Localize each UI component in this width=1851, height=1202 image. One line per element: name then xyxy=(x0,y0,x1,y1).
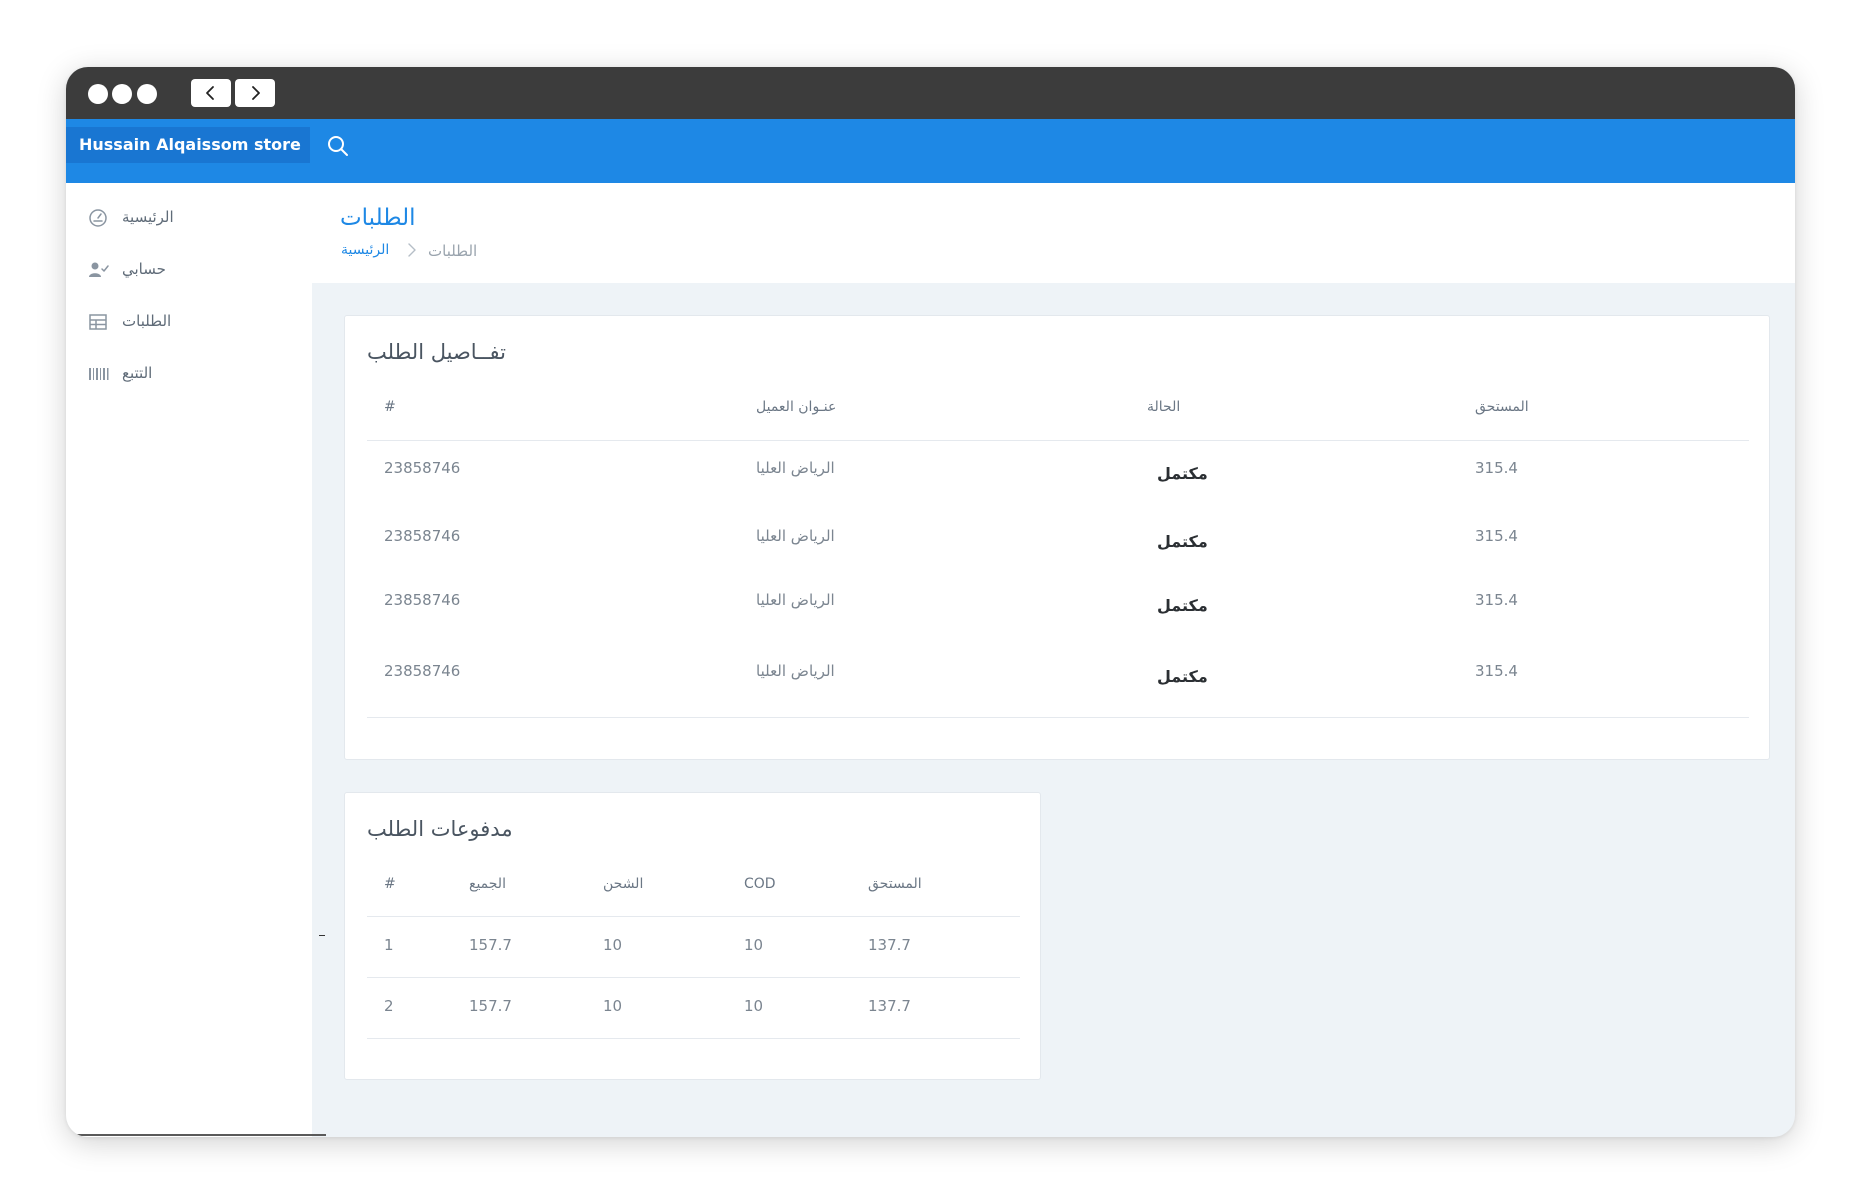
amount-due: 315.4 xyxy=(1475,662,1518,680)
payment-due: 137.7 xyxy=(868,936,911,954)
order-details-title: تفــاصيل الطلب xyxy=(367,340,506,364)
order-number: 23858746 xyxy=(384,591,461,609)
chevron-right-icon xyxy=(252,86,260,100)
table-bottom-divider xyxy=(367,1038,1020,1039)
browser-window: Hussain Alqaissom store الرئيسية حسابي ا… xyxy=(66,67,1795,1137)
customer-address: الرياض العليا xyxy=(756,662,835,680)
search-icon[interactable] xyxy=(326,134,350,158)
customer-address: الرياض العليا xyxy=(756,591,835,609)
top-appbar: Hussain Alqaissom store xyxy=(66,119,1795,183)
forward-button[interactable] xyxy=(235,79,275,107)
payment-number: 1 xyxy=(384,936,394,954)
order-payments-card: مدفوعات الطلب # الجميع الشحن COD المستحق… xyxy=(344,792,1041,1080)
sidebar-item-tracking[interactable]: التتبع xyxy=(88,358,298,388)
dashboard-icon xyxy=(89,209,107,227)
payment-total: 157.7 xyxy=(469,997,512,1015)
order-payments-title: مدفوعات الطلب xyxy=(367,817,513,841)
payment-shipping: 10 xyxy=(603,936,623,954)
amount-due: 315.4 xyxy=(1475,459,1518,477)
payment-shipping: 10 xyxy=(603,997,623,1015)
sidebar-item-label: حسابي xyxy=(122,260,166,278)
payment-cod: 10 xyxy=(744,936,764,954)
payment-cod: 10 xyxy=(744,997,764,1015)
column-header-due: المستحق xyxy=(868,876,922,892)
order-number: 23858746 xyxy=(384,662,461,680)
customer-address: الرياض العليا xyxy=(756,527,835,545)
breadcrumb-current: الطلبات xyxy=(428,242,478,260)
amount-due: 315.4 xyxy=(1475,591,1518,609)
sidebar: الرئيسية حسابي الطلبات التتبع xyxy=(66,183,312,1137)
store-brand[interactable]: Hussain Alqaissom store xyxy=(66,127,310,163)
column-header-total: الجميع xyxy=(469,876,506,892)
column-header-due: المستحق xyxy=(1475,399,1529,415)
order-number: 23858746 xyxy=(384,527,461,545)
header-divider xyxy=(367,916,1020,917)
sidebar-item-label: الطلبات xyxy=(122,312,172,330)
amount-due: 315.4 xyxy=(1475,527,1518,545)
barcode-icon xyxy=(89,368,109,380)
order-status: مكتمل xyxy=(1157,464,1208,483)
table-bottom-divider xyxy=(367,717,1749,718)
page-header: الطلبات الرئيسية الطلبات xyxy=(312,183,1795,283)
row-divider xyxy=(367,977,1020,978)
sidebar-bottom-border xyxy=(66,1134,326,1136)
header-divider xyxy=(367,440,1749,441)
window-close-dot[interactable] xyxy=(88,84,108,104)
window-maximize-dot[interactable] xyxy=(137,84,157,104)
sidebar-item-label: التتبع xyxy=(122,364,153,382)
user-check-icon xyxy=(89,262,109,277)
order-status: مكتمل xyxy=(1157,596,1208,615)
table-icon xyxy=(89,314,107,330)
payment-due: 137.7 xyxy=(868,997,911,1015)
sidebar-item-label: الرئيسية xyxy=(122,208,174,226)
column-header-shipping: الشحن xyxy=(603,876,644,892)
stray-mark xyxy=(319,935,325,936)
sidebar-item-orders[interactable]: الطلبات xyxy=(88,306,298,336)
payment-total: 157.7 xyxy=(469,936,512,954)
window-minimize-dot[interactable] xyxy=(112,84,132,104)
order-status: مكتمل xyxy=(1157,667,1208,686)
order-status: مكتمل xyxy=(1157,532,1208,551)
window-titlebar xyxy=(66,67,1795,119)
column-header-cod: COD xyxy=(744,876,776,892)
column-header-address: عنـوان العميل xyxy=(756,399,837,415)
customer-address: الرياض العليا xyxy=(756,459,835,477)
sidebar-item-home[interactable]: الرئيسية xyxy=(88,202,298,232)
page-title: الطلبات xyxy=(340,205,416,231)
breadcrumb-home-link[interactable]: الرئيسية xyxy=(341,242,389,258)
chevron-right-icon xyxy=(408,243,416,257)
sidebar-item-account[interactable]: حسابي xyxy=(88,254,298,284)
order-number: 23858746 xyxy=(384,459,461,477)
column-header-status: الحالة xyxy=(1147,399,1181,415)
order-details-card: تفــاصيل الطلب # عنـوان العميل الحالة ال… xyxy=(344,315,1770,760)
chevron-left-icon xyxy=(206,86,214,100)
back-button[interactable] xyxy=(191,79,231,107)
column-header-number: # xyxy=(384,399,396,415)
store-name: Hussain Alqaissom store xyxy=(79,135,301,154)
payment-number: 2 xyxy=(384,997,394,1015)
column-header-number: # xyxy=(384,876,396,892)
